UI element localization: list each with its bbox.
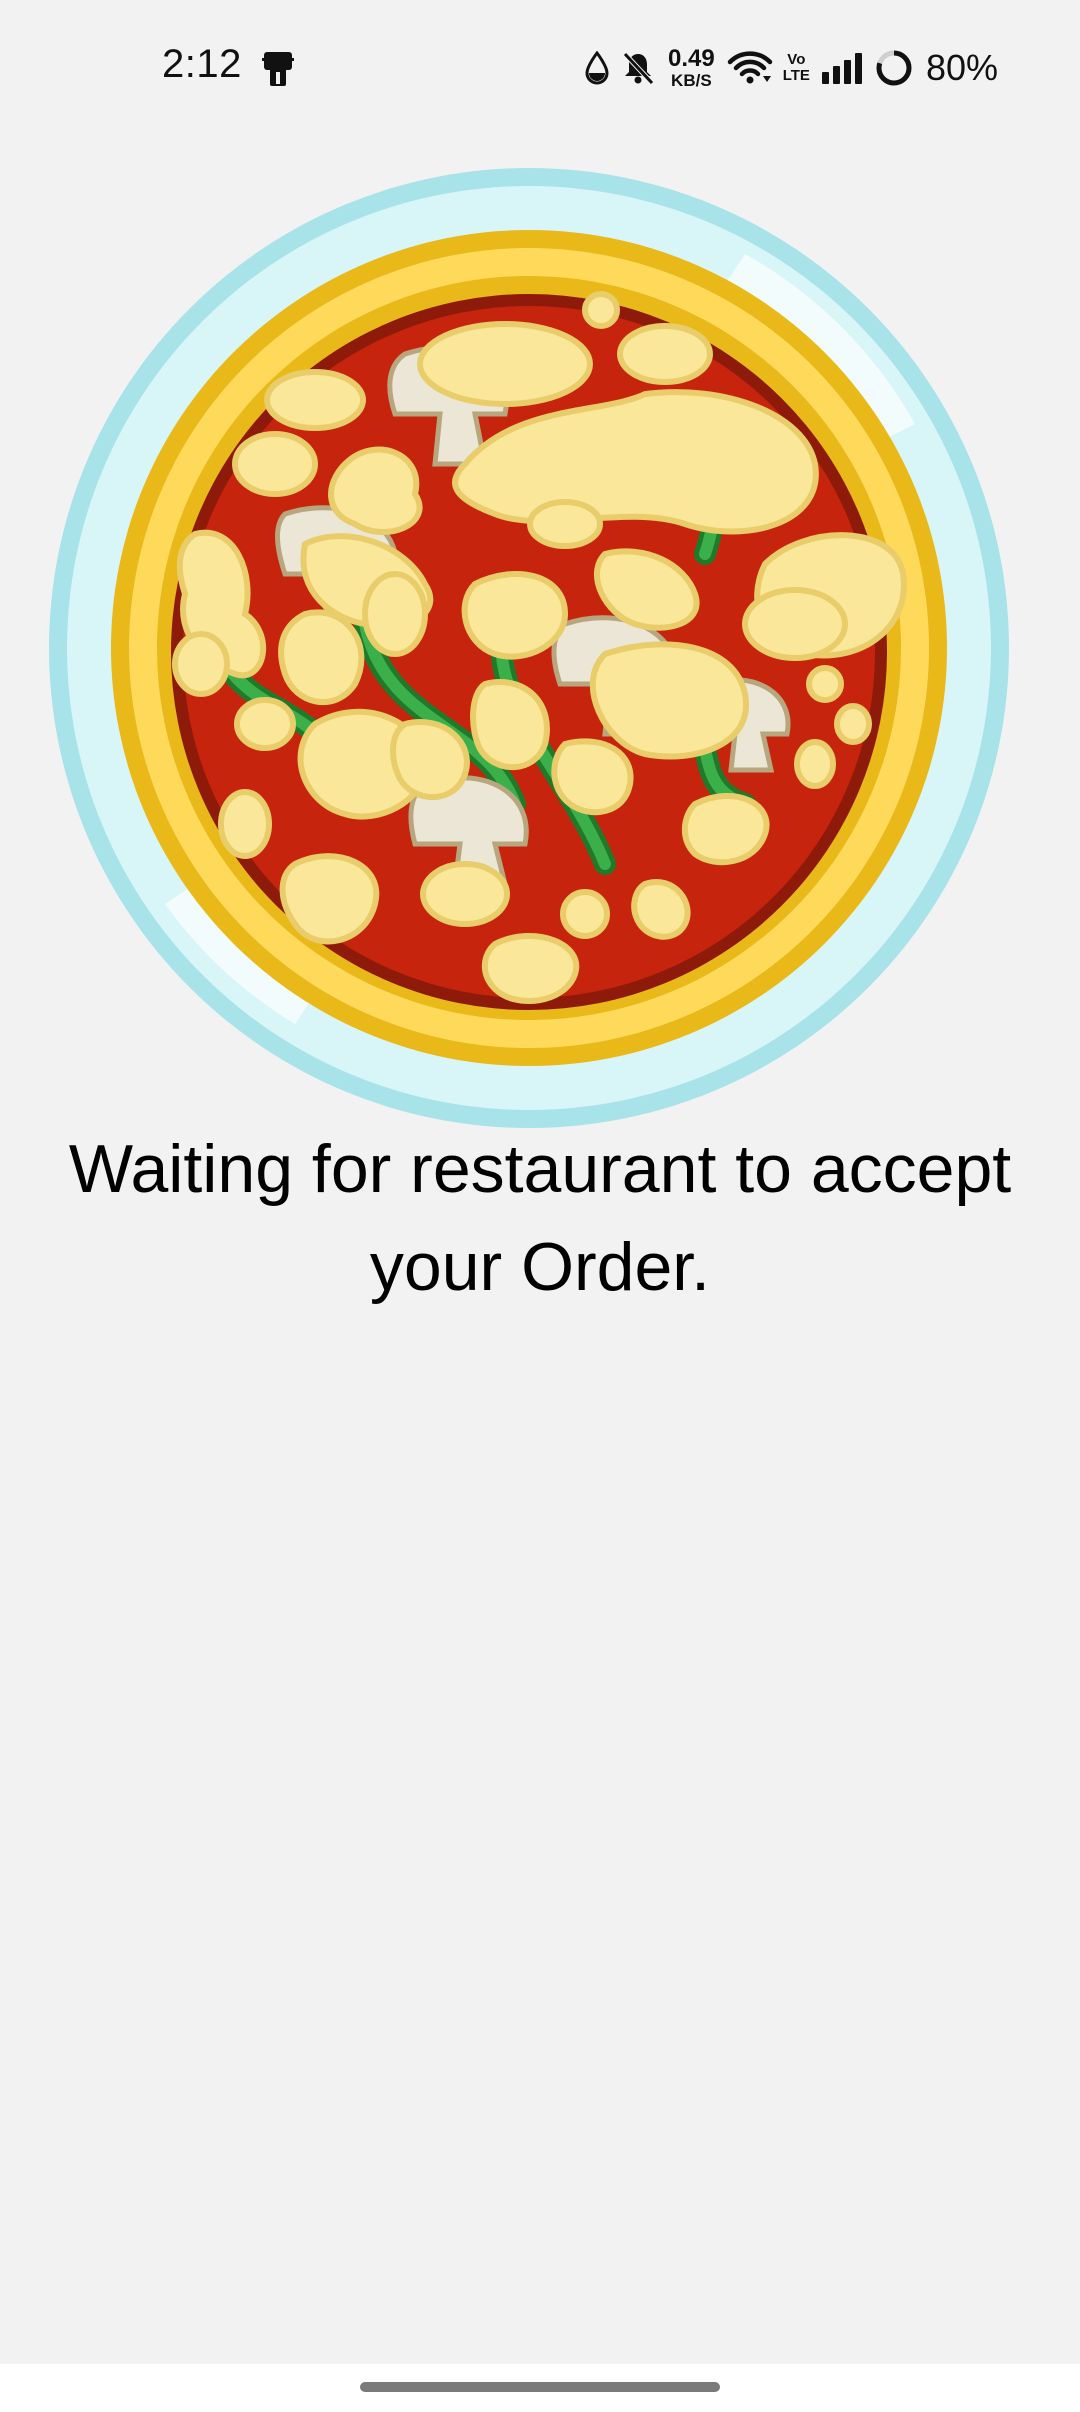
- network-speed-unit: KB/S: [671, 71, 712, 90]
- drop-icon: [585, 51, 609, 85]
- network-speed-value: 0.49: [668, 45, 715, 72]
- volte-icon: Vo LTE: [783, 52, 810, 84]
- status-time: 2:12: [162, 42, 242, 86]
- network-speed: 0.49 KB/S: [668, 45, 715, 90]
- navigation-bar: [0, 2364, 1080, 2412]
- order-status-message: Waiting for restaurant to accept your Or…: [68, 1131, 1012, 1305]
- order-waiting-screen: 2:12 0.49 KB/S Vo LTE 80% Waiting for re…: [0, 0, 1080, 2412]
- mute-icon: [623, 52, 654, 85]
- home-gesture-handle[interactable]: [360, 2382, 720, 2392]
- status-bar: 2:12 0.49 KB/S Vo LTE 80%: [0, 0, 1080, 140]
- status-icons: 0.49 KB/S Vo LTE 80%: [584, 44, 998, 92]
- battery-percent: 80%: [925, 47, 998, 88]
- volte-bottom: LTE: [782, 67, 810, 84]
- volte-top: Vo: [787, 51, 806, 69]
- signal-icon: [821, 53, 862, 84]
- battery-ring-icon: [876, 50, 912, 86]
- pizza-icon: [49, 168, 1009, 1128]
- notification-app-icon: [262, 52, 294, 86]
- wifi-icon: [727, 51, 772, 84]
